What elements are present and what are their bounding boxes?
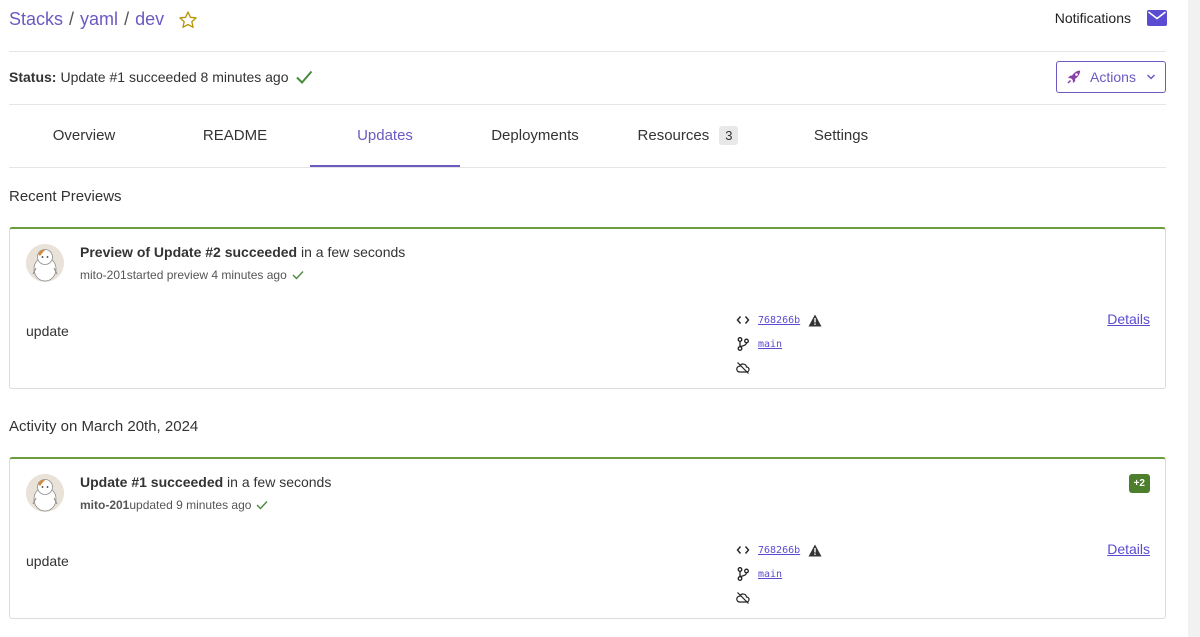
recent-previews-title: Recent Previews [9,188,122,205]
preview-user[interactable]: mito-201 [80,268,127,282]
preview-meta: 768266b main [736,308,822,380]
check-icon [295,70,312,84]
update-message: update [26,553,69,569]
preview-sub-text: started preview 4 minutes ago [126,268,287,282]
check-icon [292,271,304,280]
breadcrumb-separator: / [69,9,75,29]
stack-page: Stacks / yaml / dev Notifications Status… [9,0,1167,619]
resource-changes-badge: +2 [1128,474,1150,493]
cloud-off-icon [736,362,750,374]
avatar[interactable] [26,474,64,512]
notifications-label[interactable]: Notifications [1055,10,1131,26]
update-sub-text: updated 9 minutes ago [129,498,252,512]
git-branch-icon [737,337,749,351]
update-title-rest: in a few seconds [223,474,332,490]
preview-title-bold: Preview of Update #2 succeeded [80,244,298,260]
star-icon[interactable] [178,10,198,30]
status-row: Status: Update #1 succeeded 8 minutes ag… [9,52,1166,105]
tab-label: Resources [637,127,710,144]
preview-card: Preview of Update #2 succeeded in a few … [9,227,1166,389]
update-title-bold: Update #1 succeeded [80,474,224,490]
branch-link[interactable]: main [758,569,782,580]
tab-label: Deployments [491,127,579,144]
tab-overview[interactable]: Overview [9,105,159,166]
update-subtitle: mito-201 updated 9 minutes ago [80,498,268,512]
tab-label: Settings [813,127,869,144]
tab-deployments[interactable]: Deployments [460,105,610,166]
preview-title: Preview of Update #2 succeeded in a few … [80,244,405,260]
mail-icon[interactable] [1147,10,1167,26]
tab-bar: Overview README Updates Deployments Reso… [9,105,1166,168]
tab-resources[interactable]: Resources 3 [613,105,763,166]
warning-icon[interactable] [808,544,822,557]
breadcrumb-project[interactable]: yaml [80,9,118,30]
tab-readme[interactable]: README [160,105,310,166]
activity-title: Activity on March 20th, 2024 [9,418,199,435]
avatar[interactable] [26,244,64,282]
check-icon [256,501,268,510]
update-details-link[interactable]: Details [1107,541,1150,557]
actions-label: Actions [1090,69,1136,85]
commit-link[interactable]: 768266b [758,545,800,556]
tab-settings[interactable]: Settings [766,105,916,166]
scrollbar-track[interactable] [1188,0,1200,637]
git-branch-icon [737,567,749,581]
breadcrumb-stacks[interactable]: Stacks [9,9,63,30]
update-card: Update #1 succeeded in a few seconds mit… [9,457,1166,619]
notifications[interactable]: Notifications [1055,10,1167,26]
preview-subtitle: mito-201 started preview 4 minutes ago [80,268,304,282]
preview-details-link[interactable]: Details [1107,311,1150,327]
tab-label: README [202,127,268,144]
tab-label: Updates [357,126,413,144]
tab-updates[interactable]: Updates [310,105,460,167]
commit-link[interactable]: 768266b [758,315,800,326]
breadcrumb-separator: / [124,9,130,29]
breadcrumb: Stacks / yaml / dev [9,9,198,30]
update-title: Update #1 succeeded in a few seconds [80,474,331,490]
status-text: Update #1 succeeded 8 minutes ago [60,69,289,85]
tab-label: Overview [52,127,116,144]
code-icon [736,546,750,554]
cloud-off-icon [736,592,750,604]
chevron-down-icon [1146,74,1155,80]
code-icon [736,316,750,324]
page-header: Stacks / yaml / dev Notifications [9,0,1167,52]
update-user[interactable]: mito-201 [80,498,129,512]
rocket-icon [1067,70,1081,84]
warning-icon[interactable] [808,314,822,327]
breadcrumb-stack[interactable]: dev [135,9,164,30]
update-meta: 768266b main [736,538,822,610]
preview-message: update [26,323,69,339]
preview-title-rest: in a few seconds [297,244,406,260]
status-label: Status: [9,69,57,85]
stack-status: Status: Update #1 succeeded 8 minutes ag… [9,69,313,85]
resources-count-badge: 3 [719,126,739,145]
actions-button[interactable]: Actions [1056,61,1166,93]
branch-link[interactable]: main [758,339,782,350]
